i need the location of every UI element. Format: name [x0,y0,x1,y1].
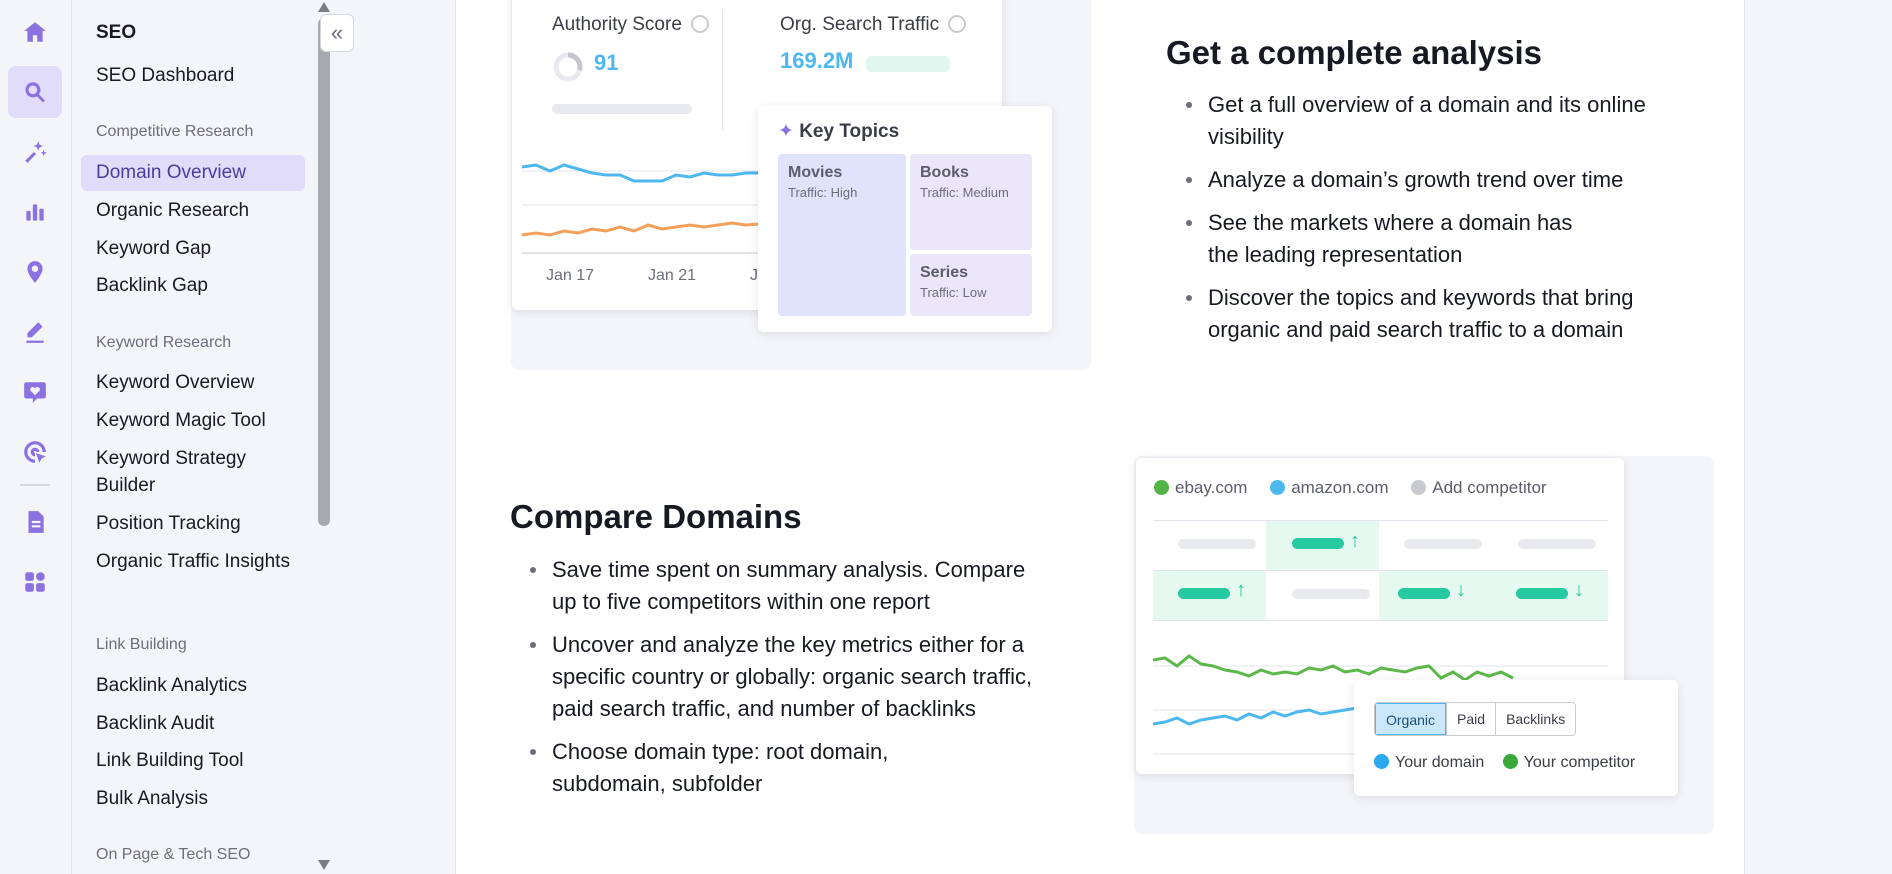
legend-item: Your competitor [1502,754,1635,771]
trend-chart [522,163,772,254]
compare-heading: Compare Domains [510,498,802,535]
tab-paid[interactable]: Paid [1446,703,1495,735]
topic-traffic: Traffic: Medium [920,185,1009,200]
scroll-thumb[interactable] [318,18,330,526]
section-keyword-research: Keyword Research [96,334,232,351]
sidebar-item-bulk-analysis[interactable]: Bulk Analysis [96,785,296,812]
legend-item: amazon.com [1270,478,1389,497]
topic-tile-books: Books Traffic: Medium [910,154,1032,250]
sidebar-item-keyword-magic-tool[interactable]: Keyword Magic Tool [96,407,296,434]
sidebar-item-backlink-gap[interactable]: Backlink Gap [96,272,296,299]
date-label: Jan 17 [546,267,595,284]
arrow-down-icon: ↓ [1456,579,1466,601]
analysis-bullets: Get a full overview of a domain and its … [1182,89,1662,357]
section-competitive-research: Competitive Research [96,123,254,140]
chart-icon[interactable] [8,186,62,238]
list-item: Analyze a domain’s growth trend over tim… [1182,164,1662,196]
list-item: Uncover and analyze the key metrics eith… [526,629,1046,725]
authority-score-value: 91 [594,50,619,75]
topic-traffic: Traffic: High [788,185,858,200]
arrow-up-icon: ↑ [1236,579,1246,601]
sparkle-icon: ✦ [778,121,794,142]
sidebar-item-keyword-strategy-builder[interactable]: Keyword Strategy Builder [96,445,296,499]
compare-bullets: Save time spent on summary analysis. Com… [526,554,1046,811]
scroll-up-arrow-icon[interactable] [318,2,330,12]
topic-name: Series [920,264,969,281]
double-chevron-left-icon: « [330,20,344,45]
authority-score-label: Authority Score [552,14,710,36]
scroll-down-arrow-icon[interactable] [318,860,330,870]
section-link-building: Link Building [96,636,187,653]
edit-icon[interactable] [8,306,62,358]
sidebar-item-link-building-tool[interactable]: Link Building Tool [96,747,296,774]
sidebar-item-organic-traffic-insights[interactable]: Organic Traffic Insights [96,548,296,575]
sidebar-item-keyword-overview[interactable]: Keyword Overview [96,369,296,396]
topic-tile-movies: Movies Traffic: High [778,154,906,316]
tab-organic[interactable]: Organic [1375,703,1447,735]
rail-divider [20,484,50,486]
legend-item: ebay.com [1154,478,1247,497]
add-competitor-button[interactable]: Add competitor [1411,478,1547,497]
topic-name: Movies [788,164,843,181]
sidebar-scrollbar[interactable] [315,0,333,874]
home-icon[interactable] [8,6,62,58]
list-item: See the markets where a domain has the l… [1182,207,1602,271]
date-label: Jan 21 [648,267,697,284]
seo-icon[interactable] [8,66,62,118]
metric-tabs-card: Organic Paid Backlinks Your domain Your … [1354,680,1678,796]
key-topics-title: ✦ Key Topics [778,121,900,142]
traffic-bar [866,56,950,72]
info-globe-icon [691,15,710,33]
arrow-up-icon: ↑ [1350,530,1360,552]
legend-item: Your domain [1374,754,1484,771]
sidebar-item-organic-research[interactable]: Organic Research [96,197,296,224]
key-topics-card: ✦ Key Topics Movies Traffic: High Books … [758,106,1052,332]
info-globe-icon [948,15,967,33]
target-icon[interactable] [8,426,62,478]
list-item: Save time spent on summary analysis. Com… [526,554,1046,618]
sidebar-title: SEO [96,22,137,43]
placeholder-bar [552,104,692,114]
sidebar-item-backlink-audit[interactable]: Backlink Audit [96,710,296,737]
metric-tabs: Organic Paid Backlinks [1374,702,1577,736]
org-search-traffic-label: Org. Search Traffic [780,14,967,36]
heart-chat-icon[interactable] [8,366,62,418]
arrow-down-icon: ↓ [1574,579,1584,601]
sidebar: SEO SEO Dashboard Competitive Research D… [73,0,313,874]
list-item: Get a full overview of a domain and its … [1182,89,1662,153]
sidebar-item-domain-overview[interactable]: Domain Overview [81,155,305,191]
topic-name: Books [920,164,969,181]
icon-rail [0,0,72,874]
tab-backlinks[interactable]: Backlinks [1495,703,1575,735]
date-label: J [750,267,758,284]
competitor-legend: ebay.com amazon.com Add competitor [1154,478,1547,498]
authority-donut [553,52,583,82]
org-search-traffic-value: 169.2M [780,48,854,73]
collapse-sidebar-button[interactable]: « [320,14,354,52]
document-icon[interactable] [8,496,62,548]
topic-tile-series: Series Traffic: Low [910,254,1032,316]
domain-legend: Your domain Your competitor [1374,754,1635,772]
sidebar-item-backlink-analytics[interactable]: Backlink Analytics [96,672,296,699]
main-content: Authority Score 91 Org. Search Traffic 1… [455,0,1745,874]
sidebar-item-keyword-gap[interactable]: Keyword Gap [96,235,296,262]
ai-sparkle-icon[interactable] [8,126,62,178]
section-on-page-tech-seo: On Page & Tech SEO [96,846,251,863]
sidebar-item-position-tracking[interactable]: Position Tracking [96,510,296,537]
location-pin-icon[interactable] [8,246,62,298]
analysis-heading: Get a complete analysis [1166,34,1543,71]
apps-icon[interactable] [8,556,62,608]
topic-traffic: Traffic: Low [920,285,987,300]
sidebar-item-seo-dashboard[interactable]: SEO Dashboard [96,62,296,89]
list-item: Discover the topics and keywords that br… [1182,282,1662,346]
list-item: Choose domain type: root domain, subdoma… [526,736,926,800]
